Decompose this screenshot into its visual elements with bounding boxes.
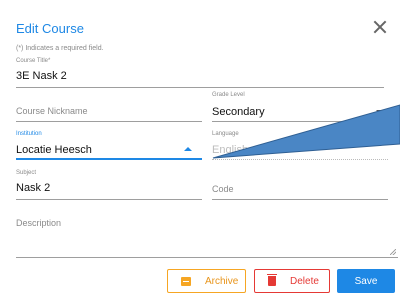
save-button-label: Save	[354, 275, 378, 287]
grade-level-value: Secondary	[212, 106, 265, 118]
required-note: (*) Indicates a required field.	[16, 45, 104, 52]
subject-underline	[16, 199, 202, 200]
chevron-up-icon	[184, 147, 192, 151]
course-title-value: 3E Nask 2	[16, 70, 67, 82]
language-value: English	[212, 144, 249, 156]
chevron-down-icon	[376, 110, 384, 114]
institution-select[interactable]: Institution Locatie Heesch	[16, 128, 202, 160]
description-underline	[16, 257, 398, 258]
subject-field[interactable]: Subject Nask 2	[16, 168, 202, 200]
description-textarea[interactable]: Description	[16, 210, 398, 258]
course-title-field[interactable]: Course Title* 3E Nask 2	[16, 56, 384, 88]
close-icon[interactable]	[371, 18, 389, 36]
subject-label: Subject	[16, 170, 37, 176]
trash-icon	[267, 274, 277, 286]
course-nickname-placeholder: Course Nickname	[16, 106, 88, 116]
subject-value: Nask 2	[16, 182, 51, 194]
course-title-label: Course Title*	[16, 58, 51, 64]
delete-button[interactable]: Delete	[254, 269, 330, 293]
code-placeholder: Code	[212, 184, 234, 194]
language-select: Language English	[212, 128, 388, 160]
delete-button-label: Delete	[290, 275, 319, 287]
dialog-title: Edit Course	[16, 21, 84, 36]
course-nickname-underline	[16, 121, 202, 122]
archive-button-label: Archive	[205, 275, 239, 287]
course-title-underline	[16, 87, 384, 88]
language-label: Language	[212, 131, 239, 137]
resize-handle-icon[interactable]	[390, 249, 396, 255]
institution-label: Institution	[16, 131, 42, 137]
code-underline	[212, 199, 388, 200]
language-underline	[212, 158, 388, 160]
course-nickname-field[interactable]: Course Nickname	[16, 98, 202, 122]
dialog-actions: Archive Delete Save	[0, 262, 400, 298]
archive-icon	[181, 276, 191, 286]
institution-underline	[16, 158, 202, 160]
description-placeholder: Description	[16, 218, 62, 228]
save-button[interactable]: Save	[337, 269, 395, 293]
grade-level-label: Grade Level	[212, 92, 245, 98]
archive-button[interactable]: Archive	[167, 269, 246, 293]
institution-value: Locatie Heesch	[16, 144, 92, 156]
grade-level-select[interactable]: Grade Level Secondary	[212, 90, 388, 122]
code-field[interactable]: Code	[212, 176, 388, 200]
edit-course-dialog: Edit Course (*) Indicates a required fie…	[0, 0, 400, 298]
grade-level-underline	[212, 121, 388, 122]
